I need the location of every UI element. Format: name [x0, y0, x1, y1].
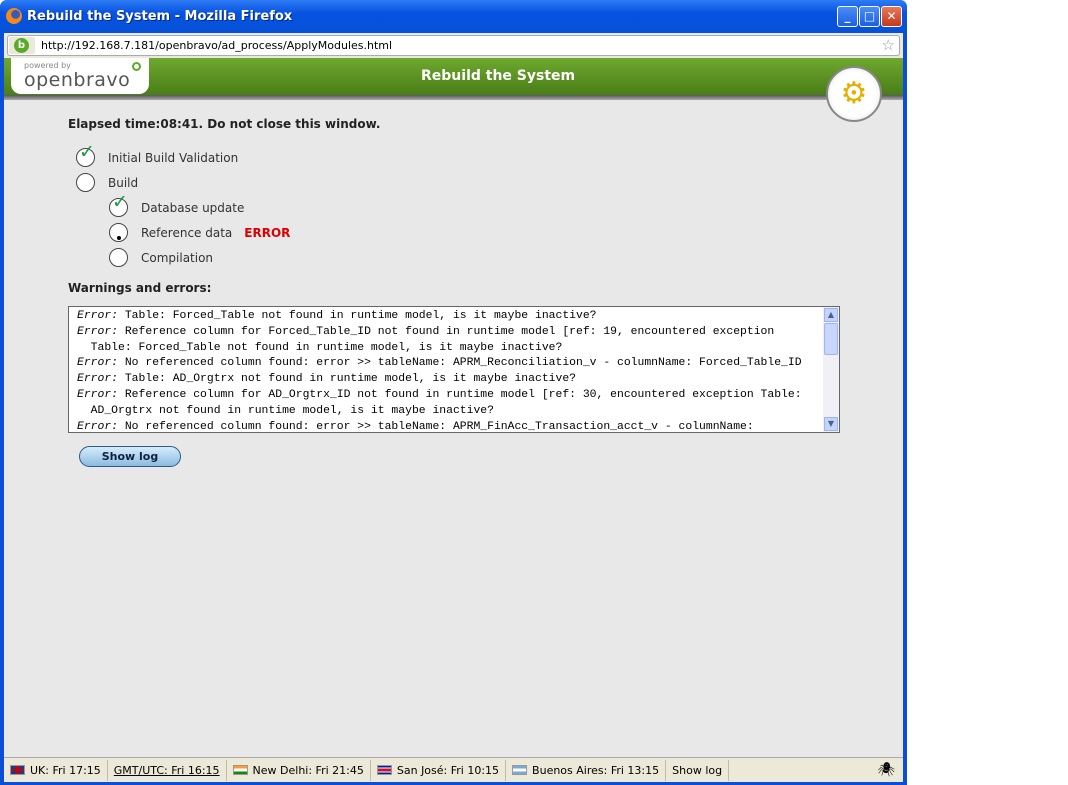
log-text: No referenced column found: error >> tab…	[118, 357, 802, 370]
running-circle-icon	[109, 223, 128, 242]
check-icon: ✓	[109, 191, 128, 217]
log-line: Error: Table: Forced_Table not found in …	[77, 309, 819, 325]
bookmark-star-icon[interactable]: ☆	[882, 36, 895, 54]
log-text: Reference column for Forced_Table_ID not…	[118, 325, 775, 338]
close-button[interactable]: ✕	[881, 6, 902, 27]
log-error-prefix: Error:	[77, 310, 119, 322]
pending-circle-icon	[76, 173, 95, 192]
step-database-update: ✓ Database update	[109, 191, 245, 217]
check-icon: ✓	[76, 141, 95, 167]
show-log-label: Show log	[672, 763, 723, 777]
clock-label: San José: Fri 10:15	[396, 763, 500, 777]
page-content: powered by openbravo Rebuild the System …	[4, 58, 903, 757]
log-line: Table: Forced_Table not found in runtime…	[77, 341, 819, 357]
title-bar: Rebuild the System - Mozilla Firefox _ □…	[0, 0, 907, 33]
step-build: Build	[76, 173, 138, 192]
log-text: Table: Forced_Table not found in runtime…	[77, 341, 563, 354]
clock-san-jose[interactable]: San José: Fri 10:15	[371, 759, 507, 781]
scroll-thumb[interactable]	[824, 323, 838, 355]
error-badge: ERROR	[244, 225, 291, 240]
address-field[interactable]: b http://192.168.7.181/openbravo/ad_proc…	[7, 35, 900, 56]
uk-flag-icon	[10, 765, 25, 775]
clock-label: GMT/UTC: Fri 16:15	[113, 763, 220, 777]
page-header: powered by openbravo Rebuild the System	[4, 58, 903, 100]
gear-icon: ⚙	[826, 66, 882, 122]
clock-uk[interactable]: UK: Fri 17:15	[4, 759, 108, 781]
log-error-prefix: Error:	[77, 325, 119, 338]
error-log-textarea[interactable]: Error: Table: Forced_Table not found in …	[68, 306, 840, 433]
window-title: Rebuild the System - Mozilla Firefox	[27, 9, 293, 24]
step-label: Build	[108, 175, 139, 190]
warnings-heading: Warnings and errors:	[68, 281, 212, 295]
clock-label: UK: Fri 17:15	[30, 763, 101, 777]
maximize-button[interactable]: □	[859, 6, 880, 27]
argentina-flag-icon	[512, 765, 528, 775]
log-error-prefix: Error:	[77, 420, 119, 433]
clock-label: New Delhi: Fri 21:45	[252, 763, 364, 777]
step-compilation: Compilation	[109, 248, 213, 267]
page-title: Rebuild the System	[421, 68, 576, 84]
step-label: Compilation	[141, 250, 214, 265]
clock-buenos-aires[interactable]: Buenos Aires: Fri 13:15	[506, 759, 667, 781]
log-text: Table: Forced_Table not found in runtime…	[118, 310, 597, 322]
clock-label: Buenos Aires: Fri 13:15	[532, 763, 660, 777]
log-error-prefix: Error:	[77, 373, 119, 386]
browser-window: Rebuild the System - Mozilla Firefox _ □…	[0, 0, 907, 785]
header-divider	[4, 95, 903, 100]
step-reference-data: Reference data ERROR	[109, 223, 290, 242]
log-text: AD_Orgtrx not found in runtime model, is…	[77, 404, 494, 417]
log-line: Error: Table: AD_Orgtrx not found in run…	[77, 372, 819, 388]
step-label: Reference data	[141, 225, 233, 240]
url-bar: b http://192.168.7.181/openbravo/ad_proc…	[4, 33, 903, 58]
log-line: Error: Reference column for Forced_Table…	[77, 325, 819, 341]
log-line: AD_Orgtrx not found in runtime model, is…	[77, 404, 819, 420]
costa-rica-flag-icon	[376, 765, 392, 775]
url-text[interactable]: http://192.168.7.181/openbravo/ad_proces…	[41, 39, 392, 52]
minimize-button[interactable]: _	[837, 6, 858, 27]
log-lines: Error: Table: Forced_Table not found in …	[77, 309, 819, 433]
step-initial-build-validation: ✓ Initial Build Validation	[76, 141, 239, 167]
log-error-prefix: Error:	[77, 357, 119, 370]
log-error-prefix: Error:	[77, 388, 119, 401]
scroll-down-icon[interactable]: ▼	[824, 417, 838, 431]
openbravo-logo: powered by openbravo	[11, 58, 149, 94]
status-bar: UK: Fri 17:15 GMT/UTC: Fri 16:15 New Del…	[4, 757, 903, 782]
log-line: Error: No referenced column found: error…	[77, 356, 819, 372]
clock-gmt[interactable]: GMT/UTC: Fri 16:15	[108, 759, 227, 781]
log-text: Reference column for AD_Orgtrx_ID not fo…	[118, 388, 802, 401]
clock-new-delhi[interactable]: New Delhi: Fri 21:45	[227, 759, 371, 781]
firefox-icon	[6, 8, 22, 24]
show-log-button[interactable]: Show log	[79, 446, 181, 467]
elapsed-time: Elapsed time:08:41. Do not close this wi…	[68, 117, 381, 131]
pending-circle-icon	[109, 248, 128, 267]
logo-mark	[132, 62, 141, 71]
step-label: Database update	[141, 200, 245, 215]
log-text: No referenced column found: error >> tab…	[118, 420, 754, 433]
log-line: Error: Reference column for AD_Orgtrx_ID…	[77, 388, 819, 404]
log-line: Error: No referenced column found: error…	[77, 420, 819, 433]
logo-name: openbravo	[24, 69, 131, 91]
log-scrollbar[interactable]: ▲ ▼	[823, 307, 839, 432]
step-label: Initial Build Validation	[108, 150, 239, 165]
status-show-log[interactable]: Show log	[666, 759, 730, 781]
log-text: Table: AD_Orgtrx not found in runtime mo…	[118, 373, 576, 386]
bug-icon[interactable]: 🕷	[877, 762, 895, 778]
site-identity-icon[interactable]: b	[9, 37, 35, 54]
scroll-up-icon[interactable]: ▲	[824, 308, 838, 322]
india-flag-icon	[232, 765, 248, 775]
